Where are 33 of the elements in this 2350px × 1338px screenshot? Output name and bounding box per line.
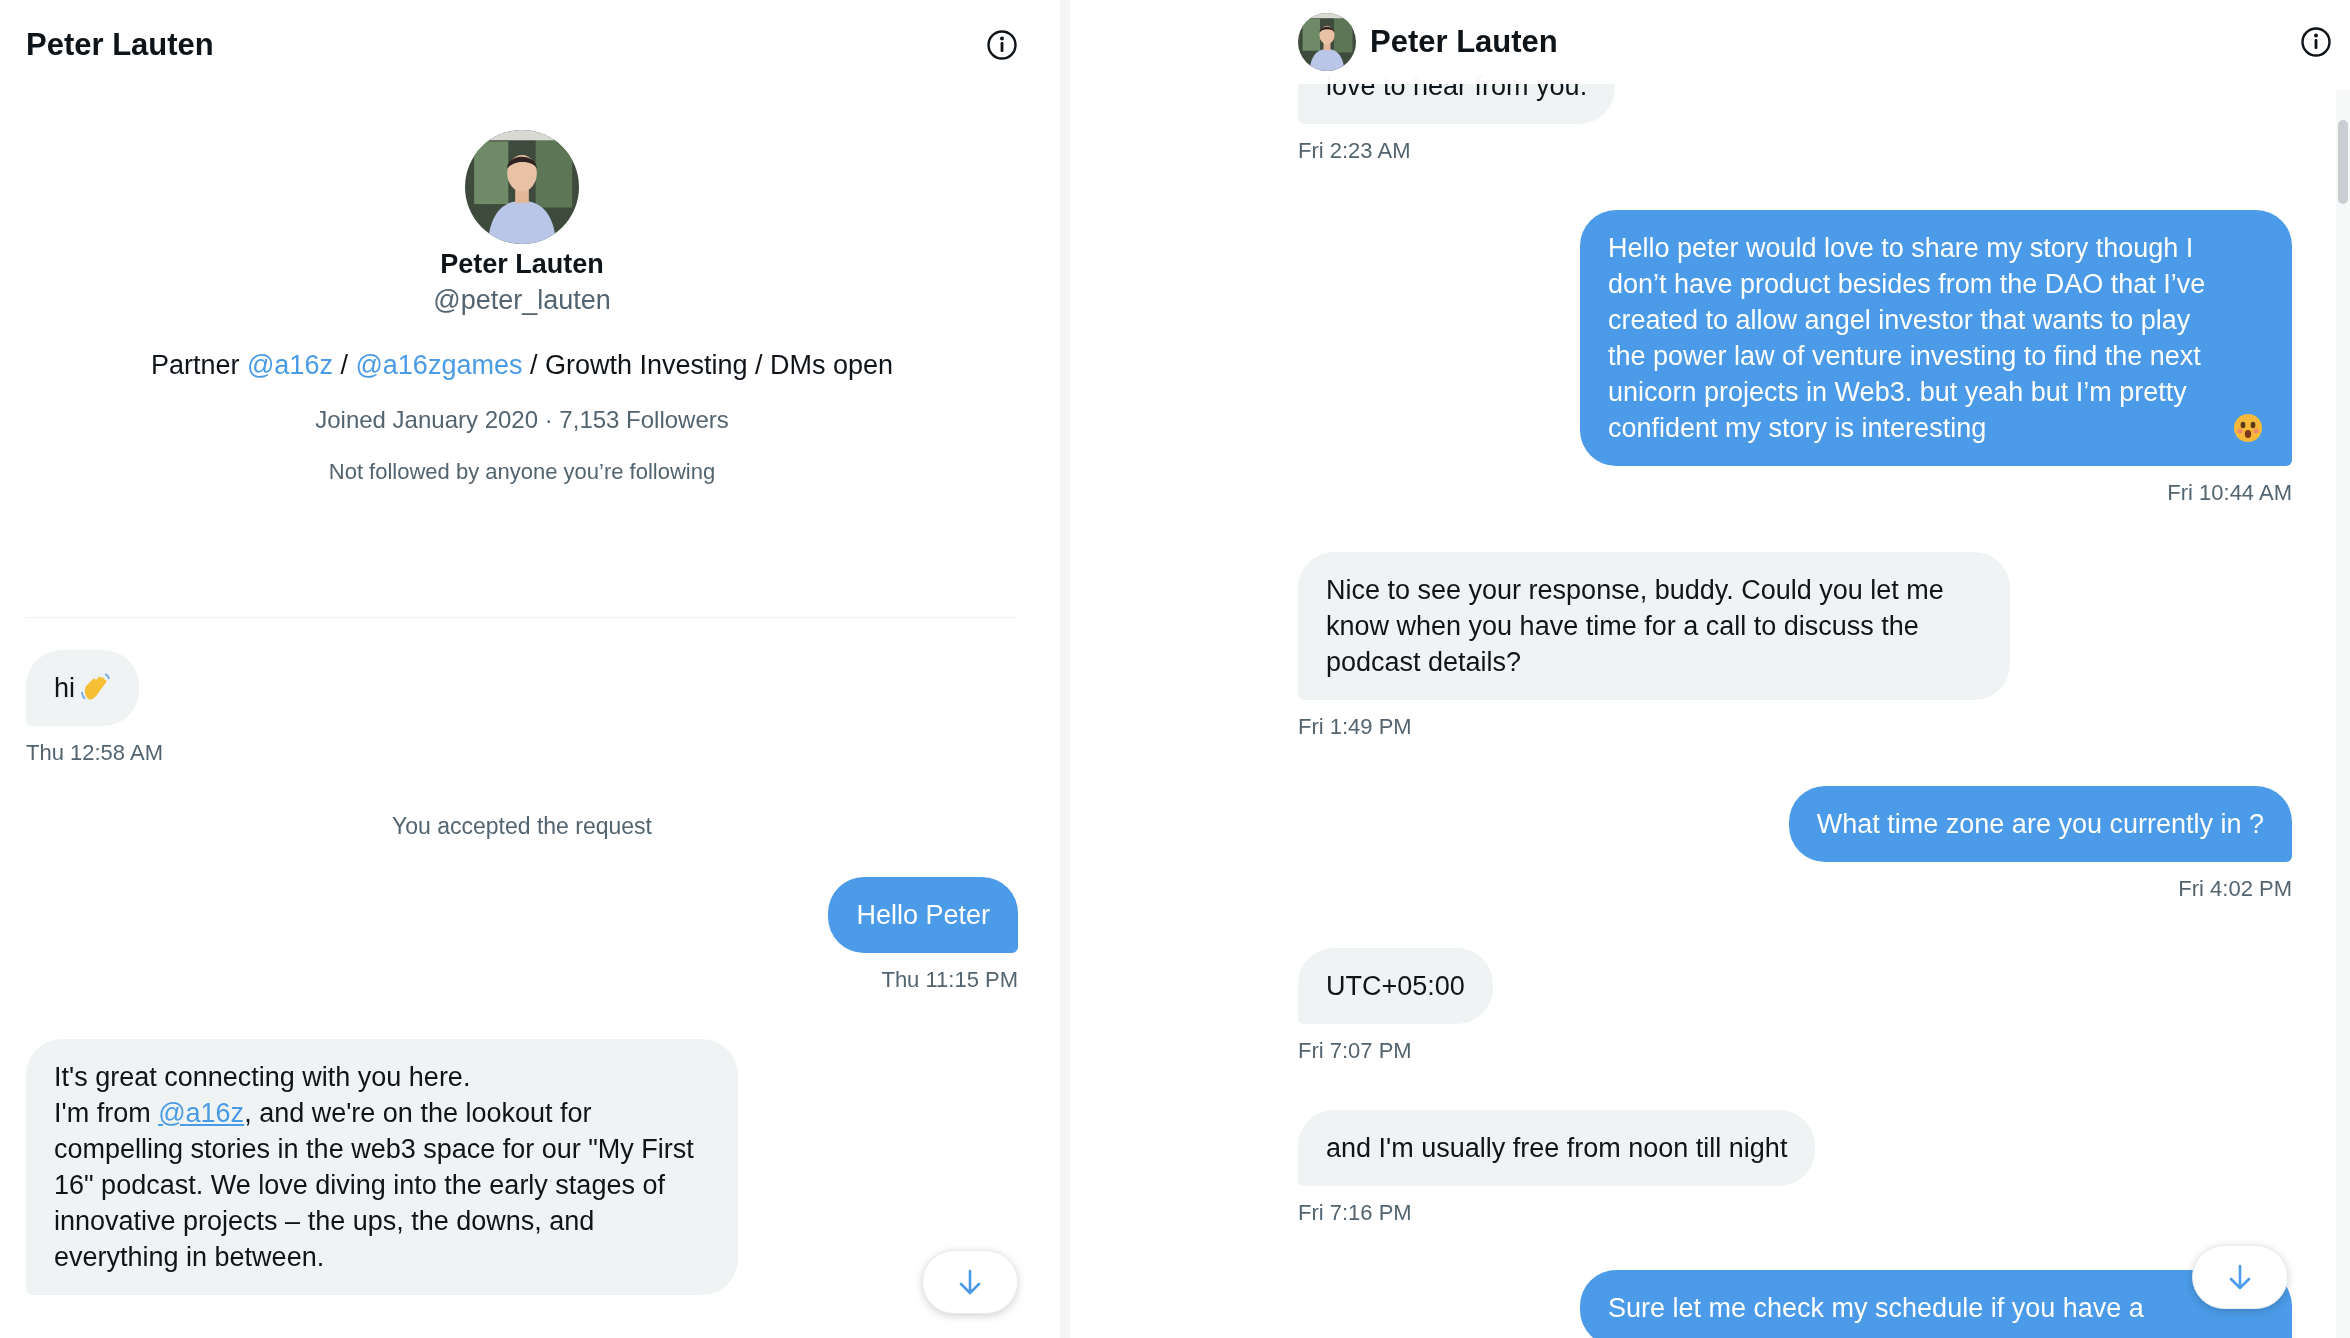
message-time: Thu 11:15 PM	[881, 966, 1018, 994]
message-time: Fri 7:16 PM	[1298, 1199, 1413, 1227]
message-text: and I'm usually free from noon till night	[1326, 1132, 1788, 1165]
info-icon[interactable]	[986, 29, 1018, 61]
info-icon[interactable]	[2300, 26, 2332, 58]
message-text: Sure let me check my schedule if you have a	[1608, 1292, 2144, 1325]
profile-mutuals: Not followed by anyone you’re following	[328, 458, 716, 486]
scrollbar-thumb[interactable]	[2338, 120, 2348, 204]
scroll-down-button[interactable]	[2192, 1245, 2288, 1309]
message-text: Hello Peter	[856, 899, 990, 932]
message-time: Fri 4:02 PM	[2178, 875, 2292, 903]
system-notice: You accepted the request	[392, 812, 652, 840]
message-time: Fri 10:44 AM	[2167, 479, 2292, 507]
profile-name: Peter Lauten	[440, 248, 604, 281]
mention-link[interactable]: @a16zgames	[355, 350, 523, 380]
profile-stats: Joined January 2020 · 7,153 Followers	[315, 405, 729, 435]
message-time: Thu 12:58 AM	[26, 739, 164, 767]
message-text: UTC+05:00	[1326, 970, 1465, 1003]
message-text: What time zone are you currently in ?	[1816, 808, 2264, 841]
message-text: Hello peter would love to share my story though I don’t have product besides from the DAO that I’ve created to allow angel investor that wants to play the power law of venture investing to find the next unicorn projects in Web3. but yeah but I’m pretty confident my story is interesting	[1608, 232, 2207, 445]
mention-link[interactable]: @a16z	[158, 1098, 245, 1128]
profile-handle: @peter_lauten	[433, 284, 611, 317]
message-time: Fri 1:49 PM	[1298, 713, 1413, 741]
message-text: hi	[54, 672, 75, 705]
message-time: Fri 2:23 AM	[1298, 137, 1412, 165]
message-text: It's great connecting with you here. I'm from @a16z, and we're on the lookout for compelling stories in the web3 space for our "My First 16" podcast. We love diving into the early stages of innovative projects – the ups, the downs, and everything in between.	[54, 1061, 695, 1274]
mention-link[interactable]: @a16z	[246, 350, 333, 380]
message-text: Nice to see your response, buddy. Could you let me know when you have time for a call to discuss the podcast details?	[1326, 574, 1945, 679]
message-text: love to hear from you.	[1326, 70, 1588, 103]
conversation-title: Peter Lauten	[1370, 22, 1558, 61]
message-time: Fri 7:07 PM	[1298, 1037, 1413, 1065]
profile-bio: Partner @a16z / @a16zgames / Growth Investing / DMs open	[150, 349, 894, 382]
conversation-title: Peter Lauten	[26, 25, 214, 64]
